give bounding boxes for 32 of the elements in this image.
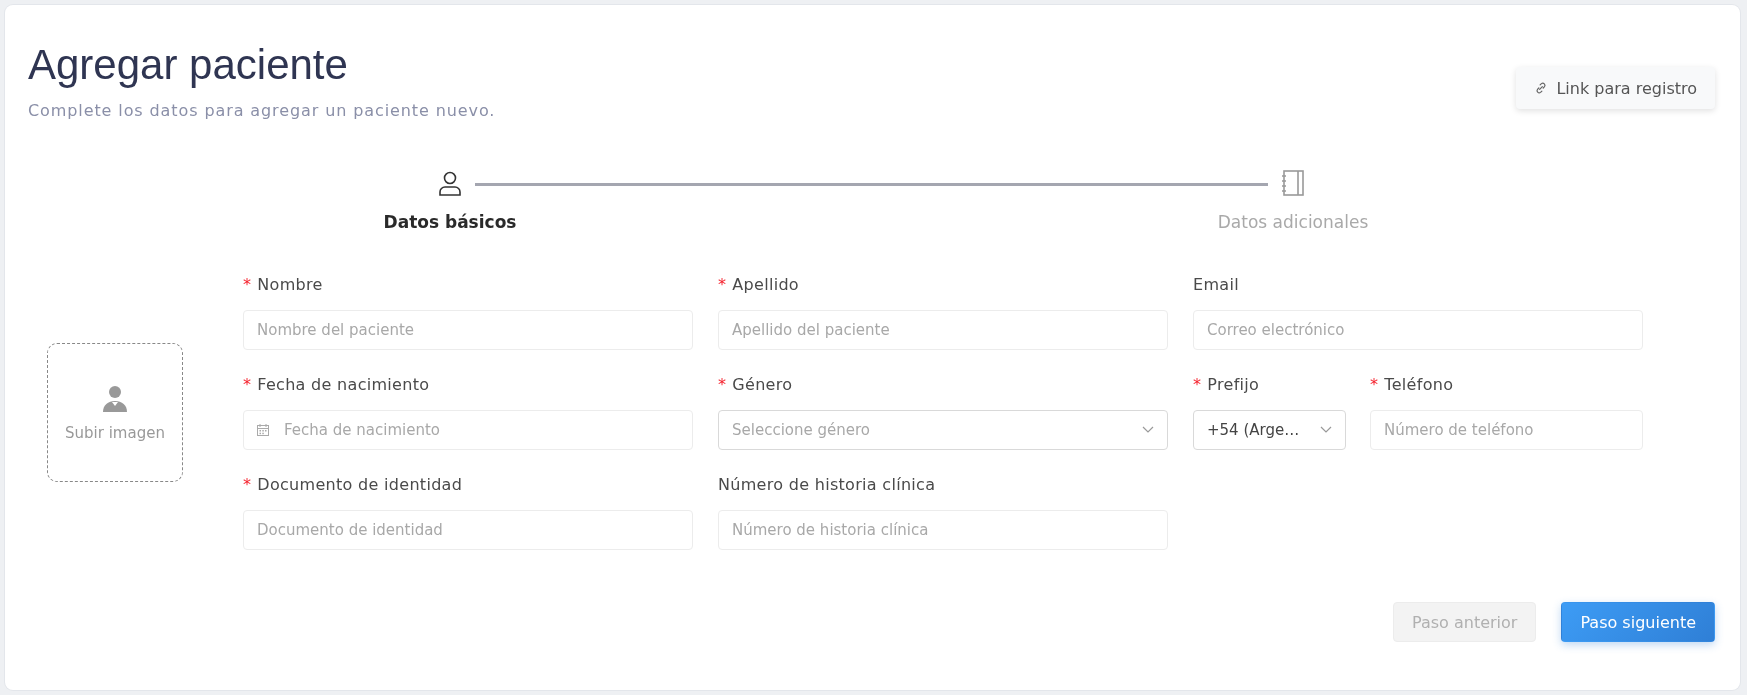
field-label: * Teléfono bbox=[1370, 375, 1455, 395]
image-upload-box[interactable]: Subir imagen bbox=[47, 343, 183, 482]
field-label: Email bbox=[1193, 275, 1240, 295]
field-label: * Prefijo bbox=[1193, 375, 1261, 395]
step-tab[interactable]: Datos adicionales bbox=[1217, 211, 1369, 233]
field-label: * Fecha de nacimiento bbox=[243, 375, 431, 395]
user-avatar-icon bbox=[100, 383, 130, 414]
select-dropdown[interactable]: +54 (Arge… bbox=[1193, 410, 1346, 450]
chevron-down-icon bbox=[1320, 426, 1332, 434]
text-input[interactable]: Número de teléfono bbox=[1370, 410, 1643, 450]
person-icon bbox=[436, 169, 464, 197]
field-label: Número de historia clínica bbox=[718, 475, 937, 495]
next-step-button[interactable]: Paso siguiente bbox=[1561, 602, 1715, 642]
date-input[interactable]: Fecha de nacimiento bbox=[243, 410, 693, 450]
text-input[interactable]: Apellido del paciente bbox=[718, 310, 1168, 350]
field-label: * Apellido bbox=[718, 275, 800, 295]
field-label: * Género bbox=[718, 375, 794, 395]
text-input[interactable]: Correo electrónico bbox=[1193, 310, 1643, 350]
field-label: * Documento de identidad bbox=[243, 475, 464, 495]
calendar-icon bbox=[256, 423, 270, 437]
chevron-down-icon bbox=[1142, 426, 1154, 434]
text-input[interactable]: Nombre del paciente bbox=[243, 310, 693, 350]
registration-link-button[interactable]: Link para registro bbox=[1516, 67, 1715, 109]
text-input[interactable]: Número de historia clínica bbox=[718, 510, 1168, 550]
field-label: * Nombre bbox=[243, 275, 324, 295]
notebook-icon bbox=[1279, 169, 1307, 197]
page-subtitle: Complete los datos para agregar un paciente nuevo. bbox=[28, 101, 496, 121]
text-input[interactable]: Documento de identidad bbox=[243, 510, 693, 550]
link-icon bbox=[1534, 81, 1549, 95]
select-dropdown[interactable]: Seleccione género bbox=[718, 410, 1168, 450]
step-tab[interactable]: Datos básicos bbox=[383, 211, 517, 233]
page-title: Agregar paciente bbox=[28, 41, 349, 89]
